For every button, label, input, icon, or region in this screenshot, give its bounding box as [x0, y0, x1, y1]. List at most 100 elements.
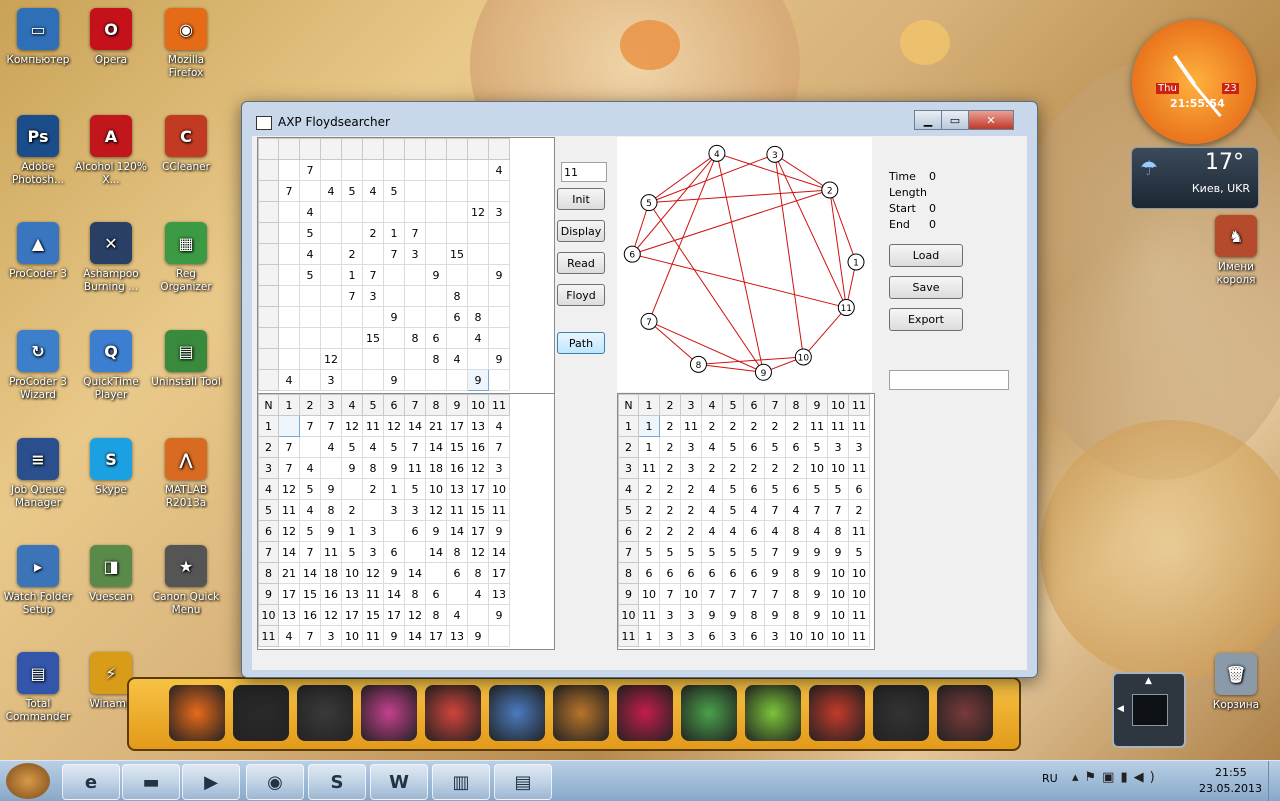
dock-app-icon[interactable] — [617, 685, 673, 741]
dock-app-icon[interactable] — [809, 685, 865, 741]
matrix-cell[interactable]: 10 — [680, 583, 702, 605]
matrix-cell[interactable]: 10 — [341, 562, 363, 584]
matrix-cell[interactable] — [488, 285, 510, 307]
matrix-cell[interactable]: 9 — [488, 264, 510, 286]
matrix-cell[interactable]: 4 — [701, 520, 723, 542]
language-indicator[interactable]: RU — [1042, 772, 1058, 785]
matrix-cell[interactable]: 6 — [743, 562, 765, 584]
matrix-cell[interactable]: 7 — [278, 457, 300, 479]
matrix-cell[interactable]: 2 — [362, 222, 384, 244]
matrix-cell[interactable]: 8 — [362, 457, 384, 479]
matrix-cell[interactable]: 9 — [425, 520, 447, 542]
matrix-cell[interactable]: 15 — [446, 243, 468, 265]
matrix-cell[interactable]: 4 — [467, 583, 489, 605]
matrix-cell[interactable]: 5 — [383, 436, 405, 458]
desktop-icon[interactable]: ◨ Vuescan — [75, 545, 147, 604]
matrix-cell[interactable] — [488, 369, 510, 391]
matrix-cell[interactable] — [467, 180, 489, 202]
matrix-cell[interactable]: 12 — [404, 604, 426, 626]
matrix-cell[interactable]: 4 — [278, 369, 300, 391]
matrix-cell[interactable]: 21 — [425, 415, 447, 437]
matrix-cell[interactable]: 5 — [341, 436, 363, 458]
matrix-cell[interactable]: 2 — [764, 415, 786, 437]
matrix-cell[interactable]: 6 — [680, 562, 702, 584]
matrix-cell[interactable] — [278, 243, 300, 265]
desktop-icon[interactable]: Q QuickTime Player — [75, 330, 147, 402]
matrix-cell[interactable]: 7 — [278, 180, 300, 202]
taskbar-time[interactable]: 21:55 — [1215, 766, 1247, 779]
matrix-cell[interactable] — [362, 201, 384, 223]
matrix-cell[interactable]: 9 — [467, 625, 489, 647]
matrix-cell[interactable]: 17 — [488, 562, 510, 584]
matrix-cell[interactable]: 7 — [722, 583, 744, 605]
matrix-cell[interactable]: 5 — [341, 541, 363, 563]
matrix-cell[interactable]: 4 — [764, 520, 786, 542]
matrix-cell[interactable]: 9 — [425, 264, 447, 286]
matrix-cell[interactable]: 6 — [785, 436, 807, 458]
matrix-cell[interactable]: 2 — [362, 478, 384, 500]
matrix-cell[interactable] — [446, 201, 468, 223]
matrix-cell[interactable]: 1 — [638, 625, 660, 647]
matrix-cell[interactable]: 8 — [404, 327, 426, 349]
node-count-input[interactable] — [561, 162, 607, 182]
matrix-cell[interactable]: 17 — [467, 520, 489, 542]
matrix-cell[interactable]: 14 — [404, 625, 426, 647]
matrix-cell[interactable]: 6 — [722, 562, 744, 584]
matrix-cell[interactable] — [383, 348, 405, 370]
matrix-cell[interactable]: 13 — [446, 625, 468, 647]
matrix-cell[interactable]: 15 — [467, 499, 489, 521]
matrix-cell[interactable] — [488, 327, 510, 349]
matrix-cell[interactable]: 2 — [659, 415, 681, 437]
matrix-cell[interactable]: 11 — [362, 625, 384, 647]
matrix-cell[interactable]: 2 — [848, 499, 870, 521]
matrix-cell[interactable]: 2 — [680, 499, 702, 521]
matrix-cell[interactable]: 10 — [827, 457, 849, 479]
matrix-cell[interactable]: 3 — [362, 520, 384, 542]
dock-app-icon[interactable] — [745, 685, 801, 741]
matrix-cell[interactable]: 7 — [764, 499, 786, 521]
matrix-cell[interactable]: 4 — [299, 499, 321, 521]
matrix-cell[interactable]: 9 — [488, 348, 510, 370]
matrix-cell[interactable]: 3 — [680, 436, 702, 458]
path-button[interactable]: Path — [557, 332, 605, 354]
dock-app-icon[interactable] — [233, 685, 289, 741]
matrix-cell[interactable]: 4 — [722, 520, 744, 542]
matrix-cell[interactable] — [320, 222, 342, 244]
matrix-cell[interactable]: 2 — [701, 457, 723, 479]
matrix-cell[interactable]: 3 — [722, 625, 744, 647]
matrix-cell[interactable] — [425, 562, 447, 584]
matrix-cell[interactable]: 8 — [320, 499, 342, 521]
matrix-cell[interactable]: 17 — [446, 415, 468, 437]
desktop-icon[interactable]: ↻ ProCoder 3 Wizard — [2, 330, 74, 402]
matrix-cell[interactable]: 5 — [722, 436, 744, 458]
matrix-cell[interactable] — [488, 180, 510, 202]
matrix-cell[interactable]: 8 — [425, 348, 447, 370]
matrix-cell[interactable]: 11 — [806, 415, 828, 437]
matrix-cell[interactable] — [299, 436, 321, 458]
matrix-cell[interactable] — [341, 306, 363, 328]
desktop-icon[interactable]: ✕ Ashampoo Burning ... — [75, 222, 147, 294]
matrix-cell[interactable]: 4 — [488, 415, 510, 437]
matrix-cell[interactable]: 4 — [278, 625, 300, 647]
matrix-cell[interactable]: 12 — [278, 520, 300, 542]
matrix-cell[interactable]: 4 — [320, 436, 342, 458]
matrix-cell[interactable]: 10 — [785, 625, 807, 647]
matrix-cell[interactable]: 7 — [278, 436, 300, 458]
matrix-cell[interactable]: 9 — [806, 604, 828, 626]
matrix-cell[interactable]: 10 — [488, 478, 510, 500]
matrix-cell[interactable]: 6 — [743, 625, 765, 647]
matrix-cell[interactable]: 4 — [701, 499, 723, 521]
matrix-cell[interactable] — [446, 159, 468, 181]
matrix-cell[interactable]: 10 — [341, 625, 363, 647]
matrix-cell[interactable]: 8 — [827, 520, 849, 542]
matrix-cell[interactable]: 4 — [701, 478, 723, 500]
matrix-cell[interactable] — [320, 159, 342, 181]
desktop-icon[interactable]: ≡ Job Queue Manager — [2, 438, 74, 510]
matrix-cell[interactable]: 1 — [341, 520, 363, 542]
matrix-cell[interactable]: 1 — [638, 415, 660, 437]
matrix-cell[interactable] — [446, 222, 468, 244]
desktop-icon[interactable]: ▦ Reg Organizer — [150, 222, 222, 294]
input-matrix-grid[interactable]: 7 4 7 4 5 4 5 4 12 3 5 2 1 7 4 2 7 3 15 5 1 7 9 9 7 3 8 9 6 8 15 8 6 4 12 8… — [258, 138, 510, 391]
matrix-cell[interactable]: 6 — [743, 478, 765, 500]
matrix-cell[interactable] — [488, 243, 510, 265]
